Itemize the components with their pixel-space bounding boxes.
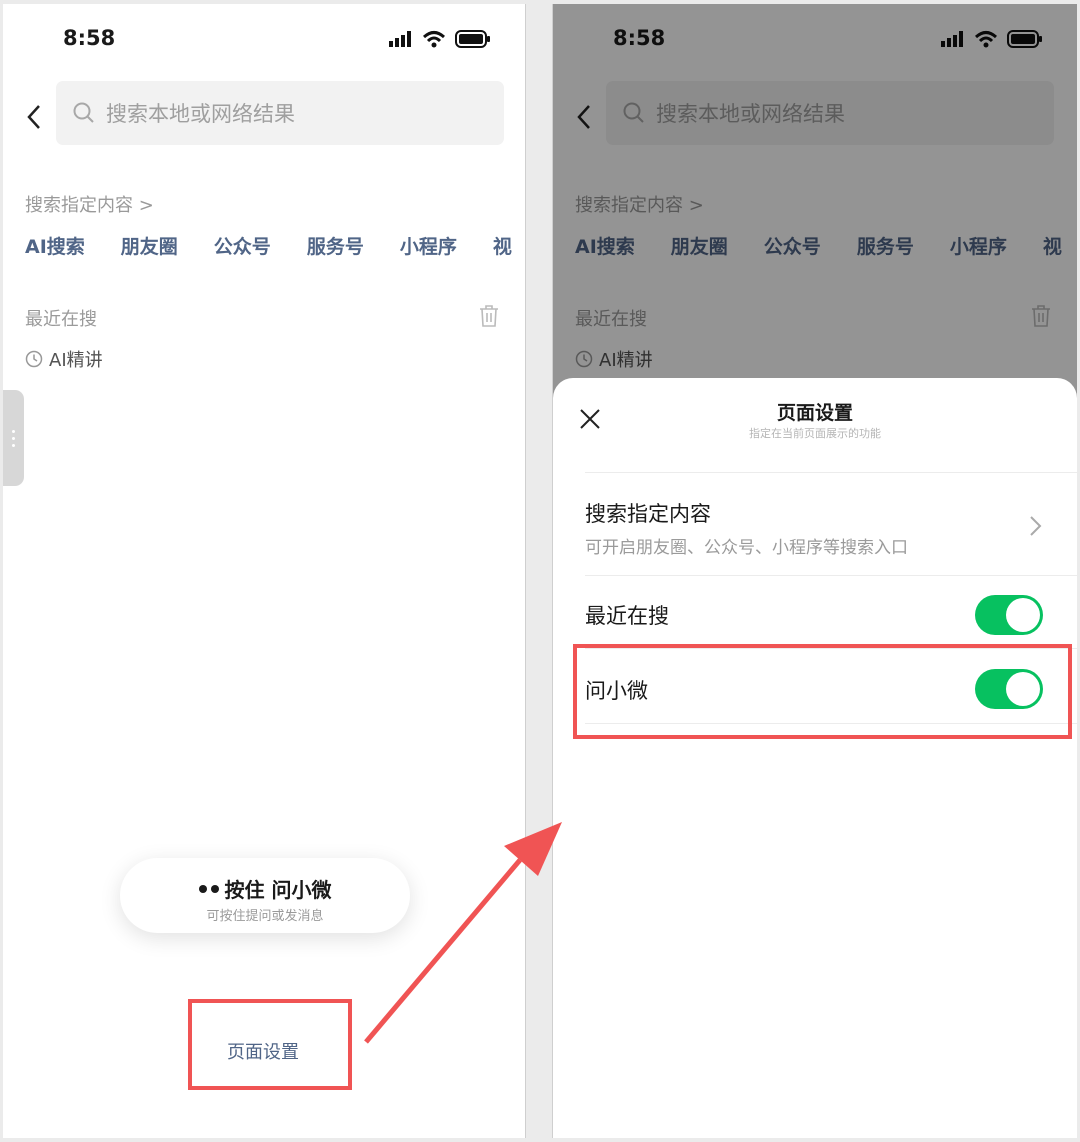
annotation-arrow — [364, 822, 562, 1044]
